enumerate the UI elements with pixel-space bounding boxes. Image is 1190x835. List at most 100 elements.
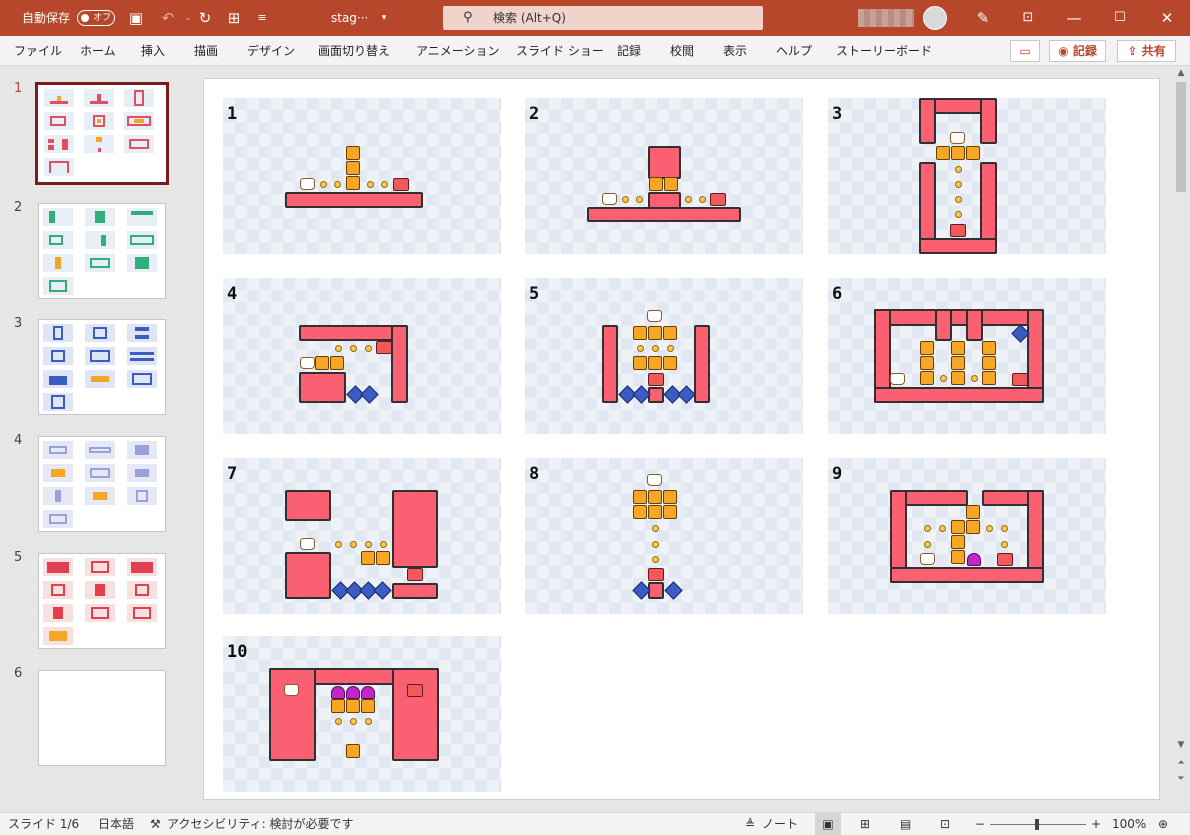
slide-canvas[interactable]: 1 2 3 4 5 6 7 8 9 10	[203, 78, 1160, 800]
tab-file[interactable]: ファイル	[14, 36, 62, 66]
present-from-start-icon[interactable]: ⊞	[222, 0, 246, 36]
tab-storyboard[interactable]: ストーリーボード	[836, 36, 932, 66]
tab-transitions[interactable]: 画面切り替え	[318, 36, 390, 66]
stage-panel: 5	[525, 278, 803, 434]
reading-view-icon[interactable]: ▤	[900, 813, 911, 835]
tab-review[interactable]: 校閲	[670, 36, 694, 66]
slide-thumbnail-3[interactable]	[38, 319, 166, 415]
tab-record[interactable]: 記録	[617, 36, 641, 66]
stage-number: 3	[832, 104, 843, 124]
tab-animations[interactable]: アニメーション	[416, 36, 500, 66]
spike-icon	[677, 385, 696, 404]
share-icon: ⇪	[1127, 44, 1138, 58]
stage-panel: 10	[223, 636, 501, 792]
spike-icon	[664, 581, 683, 600]
record-icon: ◉	[1058, 44, 1069, 58]
scroll-up-icon[interactable]: ▲	[1172, 68, 1190, 78]
close-icon[interactable]: ✕	[1155, 0, 1179, 36]
thumbnail-number: 6	[14, 666, 23, 681]
accessibility-icon[interactable]: ⚒	[150, 813, 161, 835]
stage-panel: 7	[223, 458, 501, 614]
customize-toolbar-icon[interactable]: ≡	[250, 0, 274, 36]
avatar[interactable]	[923, 6, 947, 30]
cat-icon	[300, 538, 315, 550]
chest-icon	[407, 568, 423, 581]
stage-panel: 9	[828, 458, 1106, 614]
zoom-slider-thumb[interactable]	[1035, 819, 1039, 830]
stage-number: 8	[529, 464, 540, 484]
stage-number: 9	[832, 464, 843, 484]
notes-button[interactable]: ノート	[762, 813, 798, 835]
tab-insert[interactable]: 挿入	[141, 36, 165, 66]
comments-button[interactable]: ▭	[1010, 40, 1040, 62]
slideshow-view-icon[interactable]: ⊡	[940, 813, 950, 835]
stage-panel: 2	[525, 98, 803, 254]
title-bar: 自動保存 オフ ▣ ↶ ⌄ ↻ ⊞ ≡ stag··· ▾ ⚲ 検索 (Alt+Q…	[0, 0, 1190, 36]
thumbnail-number: 3	[14, 316, 23, 331]
stage-number: 5	[529, 284, 540, 304]
minimize-icon[interactable]: —	[1062, 0, 1086, 36]
next-slide-icon[interactable]: ⏷	[1172, 774, 1190, 784]
zoom-out-icon[interactable]: −	[975, 813, 985, 835]
slide-thumbnail-2[interactable]	[38, 203, 166, 299]
tab-home[interactable]: ホーム	[80, 36, 116, 66]
normal-view-icon[interactable]: ▣	[815, 813, 841, 835]
autosave-label: 自動保存	[22, 11, 71, 25]
cat-icon	[284, 684, 299, 696]
zoom-in-icon[interactable]: +	[1091, 813, 1101, 835]
cat-icon	[300, 178, 315, 190]
thumbnail-number: 2	[14, 200, 23, 215]
slide-thumbnail-6[interactable]	[38, 670, 166, 766]
redo-icon[interactable]: ↻	[193, 0, 217, 36]
stage-number: 1	[227, 104, 238, 124]
account-name[interactable]	[858, 9, 914, 27]
stage-number: 7	[227, 464, 238, 484]
monster-icon	[346, 686, 360, 699]
previous-slide-icon[interactable]: ⏶	[1172, 758, 1190, 768]
record-button[interactable]: ◉ 記録	[1049, 40, 1106, 62]
spike-icon	[373, 581, 392, 600]
document-title[interactable]: stag···	[331, 0, 368, 36]
tab-help[interactable]: ヘルプ	[776, 36, 812, 66]
status-bar: スライド 1/6 日本語 ⚒ アクセシビリティ: 検討が必要です ≜ ノート ▣…	[0, 812, 1190, 835]
cat-icon	[950, 132, 965, 144]
tab-view[interactable]: 表示	[723, 36, 747, 66]
tab-design[interactable]: デザイン	[247, 36, 295, 66]
zoom-level[interactable]: 100%	[1112, 813, 1146, 835]
slide-thumbnail-pane: 1 2 3 4 5 6	[0, 66, 190, 812]
title-dropdown-icon[interactable]: ▾	[372, 0, 396, 36]
pen-icon[interactable]: ✎	[971, 0, 995, 36]
scrollbar-thumb[interactable]	[1176, 82, 1186, 192]
accessibility-status[interactable]: アクセシビリティ: 検討が必要です	[167, 813, 354, 835]
maximize-icon[interactable]: ☐	[1108, 0, 1132, 36]
slide-thumbnail-1[interactable]	[35, 82, 169, 185]
stage-number: 4	[227, 284, 238, 304]
fit-to-window-icon[interactable]: ⊕	[1158, 813, 1168, 835]
notes-icon[interactable]: ≜	[745, 813, 755, 835]
tab-slideshow[interactable]: スライド ショー	[516, 36, 604, 66]
autosave-toggle[interactable]: オフ	[77, 10, 115, 26]
slide-sorter-icon[interactable]: ⊞	[860, 813, 870, 835]
chest-icon	[997, 553, 1013, 566]
search-box[interactable]: ⚲ 検索 (Alt+Q)	[443, 6, 763, 30]
thumbnail-number: 5	[14, 550, 23, 565]
stage-panel: 8	[525, 458, 803, 614]
share-button[interactable]: ⇪ 共有	[1117, 40, 1176, 62]
ribbon-display-icon[interactable]: ⊡	[1016, 0, 1040, 36]
cat-icon	[920, 553, 935, 565]
vertical-scrollbar[interactable]: ▲ ▼ ⏶ ⏷	[1172, 66, 1190, 812]
monster-icon	[967, 553, 981, 566]
chest-icon	[648, 568, 664, 581]
slide-thumbnail-4[interactable]	[38, 436, 166, 532]
save-icon[interactable]: ▣	[124, 0, 148, 36]
tab-draw[interactable]: 描画	[194, 36, 218, 66]
language-indicator[interactable]: 日本語	[98, 813, 134, 835]
chest-icon	[407, 684, 423, 697]
stage-panel: 3	[828, 98, 1106, 254]
cat-icon	[647, 310, 662, 322]
stage-number: 10	[227, 642, 248, 662]
monster-icon	[361, 686, 375, 699]
slide-counter: スライド 1/6	[8, 817, 80, 831]
scroll-down-icon[interactable]: ▼	[1172, 740, 1190, 750]
slide-thumbnail-5[interactable]	[38, 553, 166, 649]
